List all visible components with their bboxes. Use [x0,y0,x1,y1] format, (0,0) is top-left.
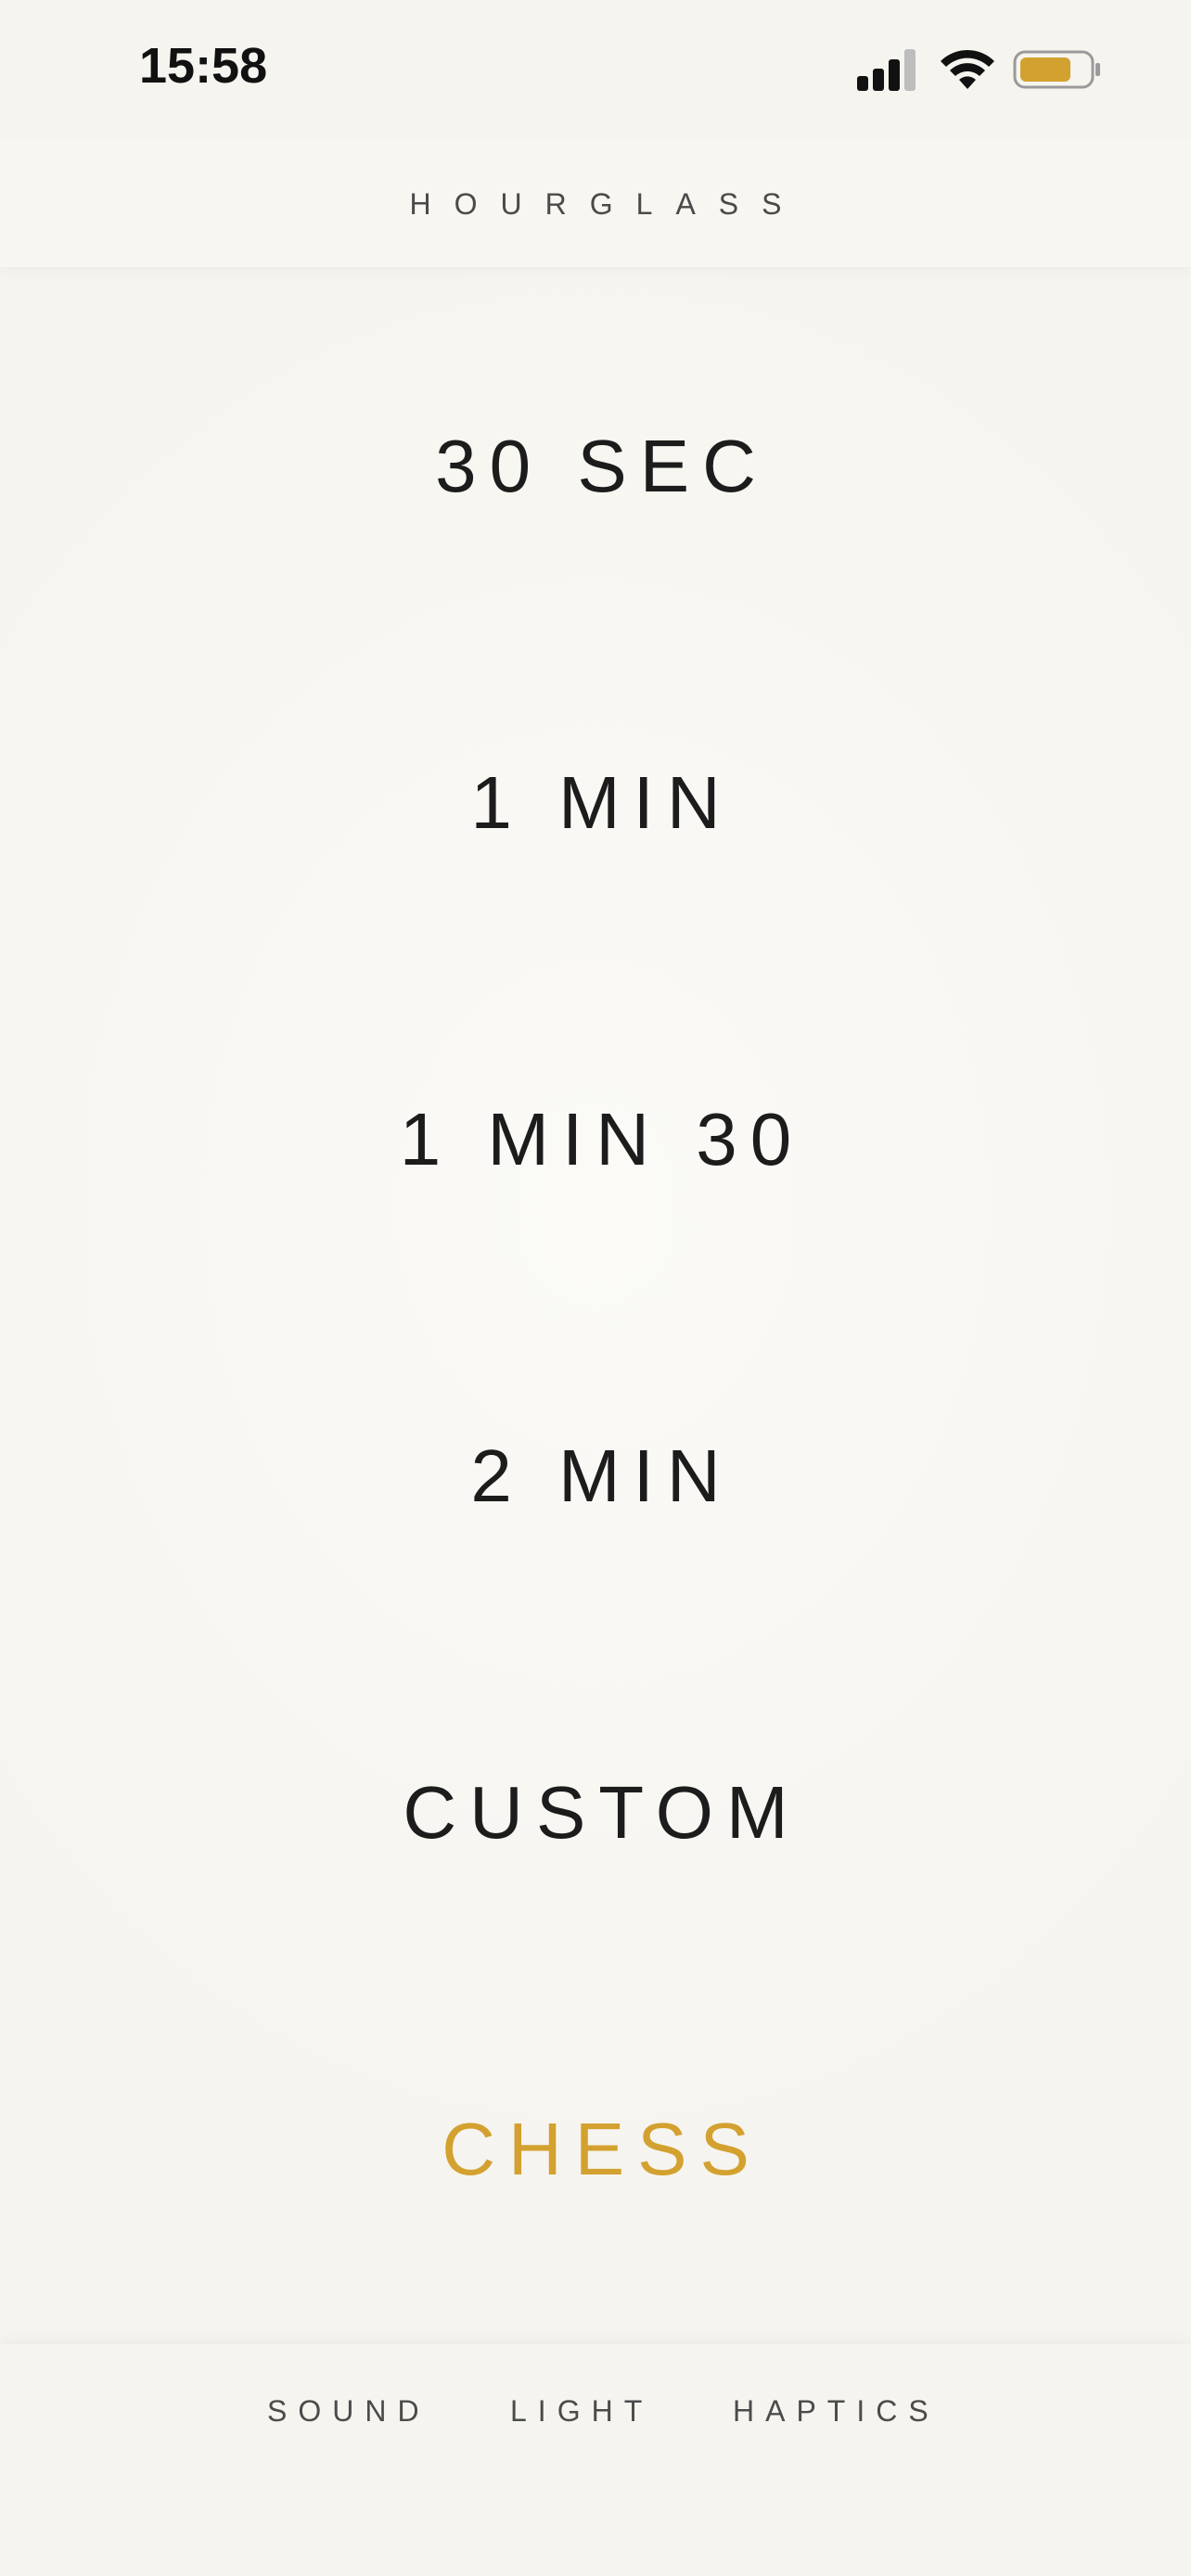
app-header: HOURGLASS [0,139,1191,267]
haptics-toggle[interactable]: HAPTICS [733,2394,940,2429]
screen: 15:58 HOURGLASS 30 SEC 1 MIN 1 MIN 30 2 … [0,0,1191,2576]
option-1-min[interactable]: 1 MIN [0,710,1191,896]
option-custom[interactable]: CUSTOM [0,1720,1191,1906]
option-1-min-30[interactable]: 1 MIN 30 [0,1047,1191,1232]
option-chess[interactable]: CHESS [0,2057,1191,2242]
light-toggle[interactable]: LIGHT [510,2394,653,2429]
sound-toggle[interactable]: SOUND [267,2394,430,2429]
battery-icon [1013,50,1100,89]
option-30-sec[interactable]: 30 SEC [0,374,1191,559]
signal-icon [857,49,916,91]
status-bar: 15:58 [0,0,1191,139]
wifi-icon [941,49,994,89]
status-icons [855,46,1102,93]
timer-options-list: 30 SEC 1 MIN 1 MIN 30 2 MIN CUSTOM CHESS [0,267,1191,2344]
app-title: HOURGLASS [409,187,805,221]
status-time: 15:58 [139,38,268,94]
bottom-toggle-bar: SOUND LIGHT HAPTICS [0,2344,1191,2576]
option-2-min[interactable]: 2 MIN [0,1384,1191,1569]
